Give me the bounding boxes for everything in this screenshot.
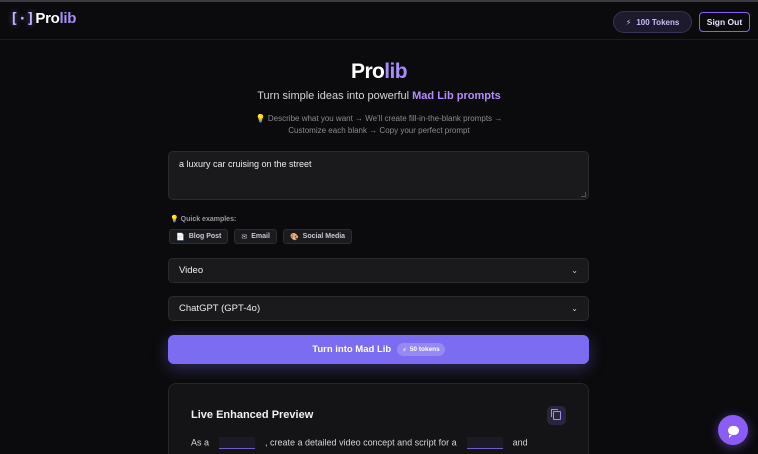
logo-text-lib: lib (59, 10, 77, 27)
page-subtitle: Turn simple ideas into powerful Mad Lib … (257, 90, 501, 102)
blank-field[interactable] (219, 437, 256, 449)
lightning-icon: ⚡ (402, 346, 407, 354)
copy-button[interactable] (547, 406, 566, 425)
tokens-label: 100 Tokens (636, 17, 680, 27)
envelope-icon: ✉ (241, 233, 248, 241)
logo-mark-icon: [·] (10, 10, 35, 27)
top-nav: [·] Pro lib ⚡ 100 Tokens Sign Out (0, 2, 758, 40)
chip-blog-post[interactable]: 📄 Blog Post (169, 229, 229, 244)
chat-support-button[interactable] (718, 415, 748, 445)
quick-examples-chips: 📄 Blog Post ✉ Email 🎨 Social Media (169, 229, 353, 244)
token-cost-badge: ⚡ 50 tokens (397, 343, 445, 356)
idea-input[interactable]: a luxury car cruising on the street (168, 151, 589, 200)
logo[interactable]: [·] Pro lib (10, 10, 76, 27)
model-select[interactable]: ChatGPT (GPT-4o) ⌄ (168, 296, 589, 321)
copy-icon (550, 409, 561, 420)
idea-input-value: a luxury car cruising on the street (179, 159, 312, 169)
subtitle-highlight: Mad Lib prompts (412, 90, 501, 102)
logo-text-pro: Pro (35, 10, 60, 27)
blank-field[interactable] (466, 437, 503, 449)
chip-email[interactable]: ✉ Email (234, 229, 277, 244)
content-type-select[interactable]: Video ⌄ (168, 258, 589, 283)
palette-icon: 🎨 (289, 233, 299, 241)
tokens-button[interactable]: ⚡ 100 Tokens (613, 11, 692, 33)
chip-social-media[interactable]: 🎨 Social Media (282, 229, 353, 244)
model-value: ChatGPT (GPT-4o) (179, 303, 261, 314)
page-title: Prolib (351, 60, 408, 83)
sign-out-button[interactable]: Sign Out (699, 12, 750, 32)
how-it-works-steps: 💡 Describe what you want → We'll create … (255, 114, 503, 135)
lightning-icon: ⚡ (625, 17, 632, 27)
turn-into-mad-lib-button[interactable]: Turn into Mad Lib ⚡ 50 tokens (168, 335, 589, 364)
live-preview-card: Live Enhanced Preview As a, create a det… (168, 383, 589, 454)
resize-handle-icon[interactable] (581, 192, 586, 197)
quick-examples-label: 💡 Quick examples: (170, 216, 237, 223)
preview-text: As a, create a detailed video concept an… (191, 437, 528, 449)
chevron-down-icon: ⌄ (571, 266, 578, 275)
chevron-down-icon: ⌄ (571, 304, 578, 313)
chat-bubble-icon (727, 421, 739, 438)
content-type-value: Video (179, 265, 204, 276)
document-icon: 📄 (176, 233, 185, 241)
preview-title: Live Enhanced Preview (191, 409, 314, 421)
cta-label: Turn into Mad Lib (312, 344, 392, 355)
